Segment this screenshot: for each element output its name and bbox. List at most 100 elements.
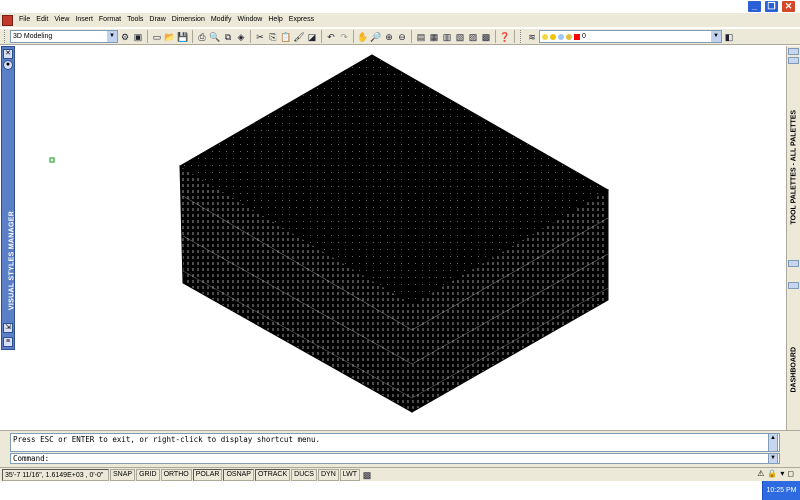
match-properties-icon[interactable]: 🖌	[293, 31, 305, 43]
menu-view[interactable]: View	[51, 13, 72, 27]
dashboard-title: DASHBOARD	[790, 347, 798, 393]
paste-icon[interactable]: 📋	[280, 31, 292, 43]
osnap-toggle[interactable]: OSNAP	[223, 468, 254, 481]
dashboard-close-icon[interactable]	[788, 260, 799, 267]
toolbar-separator	[321, 30, 322, 43]
restore-button[interactable]: ❐	[764, 0, 779, 13]
redo-icon[interactable]: ↷	[338, 31, 350, 43]
menu-help[interactable]: Help	[265, 13, 285, 27]
status-menu-icon[interactable]: ▾	[780, 469, 784, 478]
command-line-scrollbar[interactable]: ▼	[768, 453, 778, 464]
toolbar-separator	[514, 30, 515, 43]
lock-icon	[566, 33, 572, 40]
toolbar-grip[interactable]	[520, 30, 523, 43]
menu-edit[interactable]: Edit	[33, 13, 51, 27]
zoom-realtime-icon[interactable]: 🔎	[370, 31, 382, 43]
markup-icon[interactable]: ▨	[467, 31, 479, 43]
zoom-previous-icon[interactable]: ⊖	[396, 31, 408, 43]
close-button[interactable]: ✕	[781, 0, 796, 13]
otrack-toggle[interactable]: OTRACK	[254, 468, 291, 481]
toolbar-separator	[147, 30, 148, 43]
menu-format[interactable]: Format	[96, 13, 124, 27]
toolbar-separator	[192, 30, 193, 43]
chevron-down-icon[interactable]: ▼	[711, 31, 721, 42]
pan-icon[interactable]: ✋	[357, 31, 369, 43]
chevron-down-icon[interactable]: ▼	[107, 31, 117, 42]
qnew-icon[interactable]: ▭	[151, 31, 163, 43]
toolbar-separator	[250, 30, 251, 43]
zoom-window-icon[interactable]: ⊕	[383, 31, 395, 43]
dyn-toggle[interactable]: DYN	[317, 468, 339, 481]
help-icon[interactable]: ❓	[499, 31, 511, 43]
command-history: Press ESC or ENTER to exit, or right-cli…	[10, 433, 780, 452]
my-workspace-icon[interactable]: ▣	[132, 31, 144, 43]
building-3d-model	[49, 54, 610, 413]
sun-icon	[550, 33, 556, 40]
menu-tools[interactable]: Tools	[124, 13, 146, 27]
menu-bar: File Edit View Insert Format Tools Draw …	[0, 13, 800, 27]
lock-icon[interactable]: 🔒	[767, 469, 777, 478]
block-editor-icon[interactable]: ◪	[306, 31, 318, 43]
tool-palettes-panel: TOOL PALETTES - ALL PALETTES DASHBOARD	[786, 46, 800, 430]
tool-palettes-icon[interactable]: ▥	[441, 31, 453, 43]
model-space-icon[interactable]: ▩	[361, 469, 373, 481]
ucs-marker-icon	[49, 157, 55, 163]
layer-select[interactable]: 0 ▼	[539, 30, 722, 43]
ortho-toggle[interactable]: ORTHO	[160, 468, 192, 481]
command-window: Press ESC or ENTER to exit, or right-cli…	[0, 430, 800, 467]
ducs-toggle[interactable]: DUCS	[291, 468, 317, 481]
toolbar-grip[interactable]	[4, 30, 7, 43]
autocad-app-icon[interactable]	[2, 14, 13, 26]
menu-icon[interactable]: ≡	[3, 337, 13, 347]
workspace-select[interactable]: 3D Modeling ▼	[10, 30, 118, 43]
polar-toggle[interactable]: POLAR	[192, 468, 223, 481]
toolbar-separator	[353, 30, 354, 43]
workspace-settings-icon[interactable]: ⚙	[119, 31, 131, 43]
window-controls: _ ❐ ✕	[747, 0, 796, 13]
lightbulb-icon	[542, 33, 548, 40]
close-icon[interactable]	[788, 48, 799, 55]
plot-icon[interactable]: ⎙	[196, 31, 208, 43]
menu-window[interactable]: Window	[234, 13, 265, 27]
visual-styles-manager-panel: ✕ ● VISUAL STYLES MANAGER ⇲ ≡	[1, 46, 16, 350]
grid-toggle[interactable]: GRID	[136, 468, 160, 481]
menu-insert[interactable]: Insert	[72, 13, 96, 27]
dashboard-properties-icon[interactable]	[788, 282, 799, 289]
3d-dwf-icon[interactable]: ◈	[235, 31, 247, 43]
coordinate-readout[interactable]: 35'-7 11/16", 1.6149E+03 , 0'-0"	[2, 468, 109, 481]
taskbar: 10:25 PM	[0, 481, 800, 500]
auto-hide-icon[interactable]: ●	[3, 60, 13, 70]
toolbar-separator	[411, 30, 412, 43]
layer-previous-icon[interactable]: ◧	[723, 31, 735, 43]
cut-icon[interactable]: ✂	[254, 31, 266, 43]
clean-screen-icon[interactable]: ◻	[787, 469, 794, 478]
menu-modify[interactable]: Modify	[208, 13, 235, 27]
publish-icon[interactable]: ⧉	[222, 31, 234, 43]
menu-draw[interactable]: Draw	[146, 13, 168, 27]
snap-toggle[interactable]: SNAP	[110, 468, 136, 481]
command-history-scrollbar[interactable]: ▲	[768, 433, 778, 452]
annotation-scale-icon[interactable]: ⚠	[757, 469, 764, 478]
lwt-toggle[interactable]: LWT	[339, 468, 361, 481]
sheet-set-icon[interactable]: ▧	[454, 31, 466, 43]
copy-icon[interactable]: ⎘	[267, 31, 279, 43]
properties-icon[interactable]: ⇲	[3, 323, 13, 333]
menu-express[interactable]: Express	[286, 13, 317, 27]
quickcalc-icon[interactable]: ▩	[480, 31, 492, 43]
layer-select-value: 0	[582, 33, 586, 40]
minimize-button[interactable]: _	[747, 0, 762, 13]
toolbar-separator	[495, 30, 496, 43]
properties-icon[interactable]: ▤	[415, 31, 427, 43]
menu-dimension[interactable]: Dimension	[169, 13, 208, 27]
plot-preview-icon[interactable]: 🔍	[209, 31, 221, 43]
save-icon[interactable]: 💾	[177, 31, 189, 43]
open-icon[interactable]: 📂	[164, 31, 176, 43]
design-center-icon[interactable]: ▦	[428, 31, 440, 43]
menu-file[interactable]: File	[16, 13, 33, 27]
close-icon[interactable]: ✕	[3, 49, 13, 59]
auto-hide-icon[interactable]	[788, 57, 799, 64]
drawing-viewport[interactable]	[16, 46, 785, 430]
layer-properties-icon[interactable]: ≋	[526, 31, 538, 43]
undo-icon[interactable]: ↶	[325, 31, 337, 43]
command-input[interactable]: Command:	[10, 453, 780, 464]
